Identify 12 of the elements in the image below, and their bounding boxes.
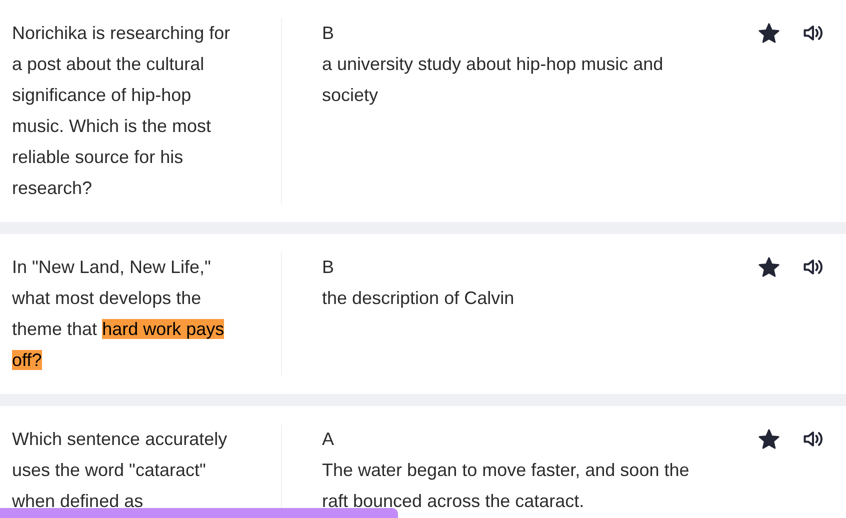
answer-text: The water began to move faster, and soon the raft bounced across the cataract. (322, 459, 690, 513)
answer-text: a university study about hip-hop music and society (322, 53, 664, 107)
question-text: Norichika is researching for a post about the cultural significance of hip-hop music. Which is the most reliable source for his research? (12, 22, 232, 200)
star-icon[interactable] (758, 256, 780, 278)
answer-text: the description of Calvin (322, 287, 516, 310)
answer-letter: A (322, 428, 336, 451)
answer-letter: B (322, 256, 336, 279)
question-text: In "New Land, New Life," what most develops the theme that hard work pays off? (12, 256, 226, 372)
answer-letter: B (322, 22, 336, 45)
star-icon[interactable] (758, 428, 780, 450)
star-icon[interactable] (758, 22, 780, 44)
question-text: Which sentence accurately uses the word "cataract" when defined as (12, 428, 228, 513)
